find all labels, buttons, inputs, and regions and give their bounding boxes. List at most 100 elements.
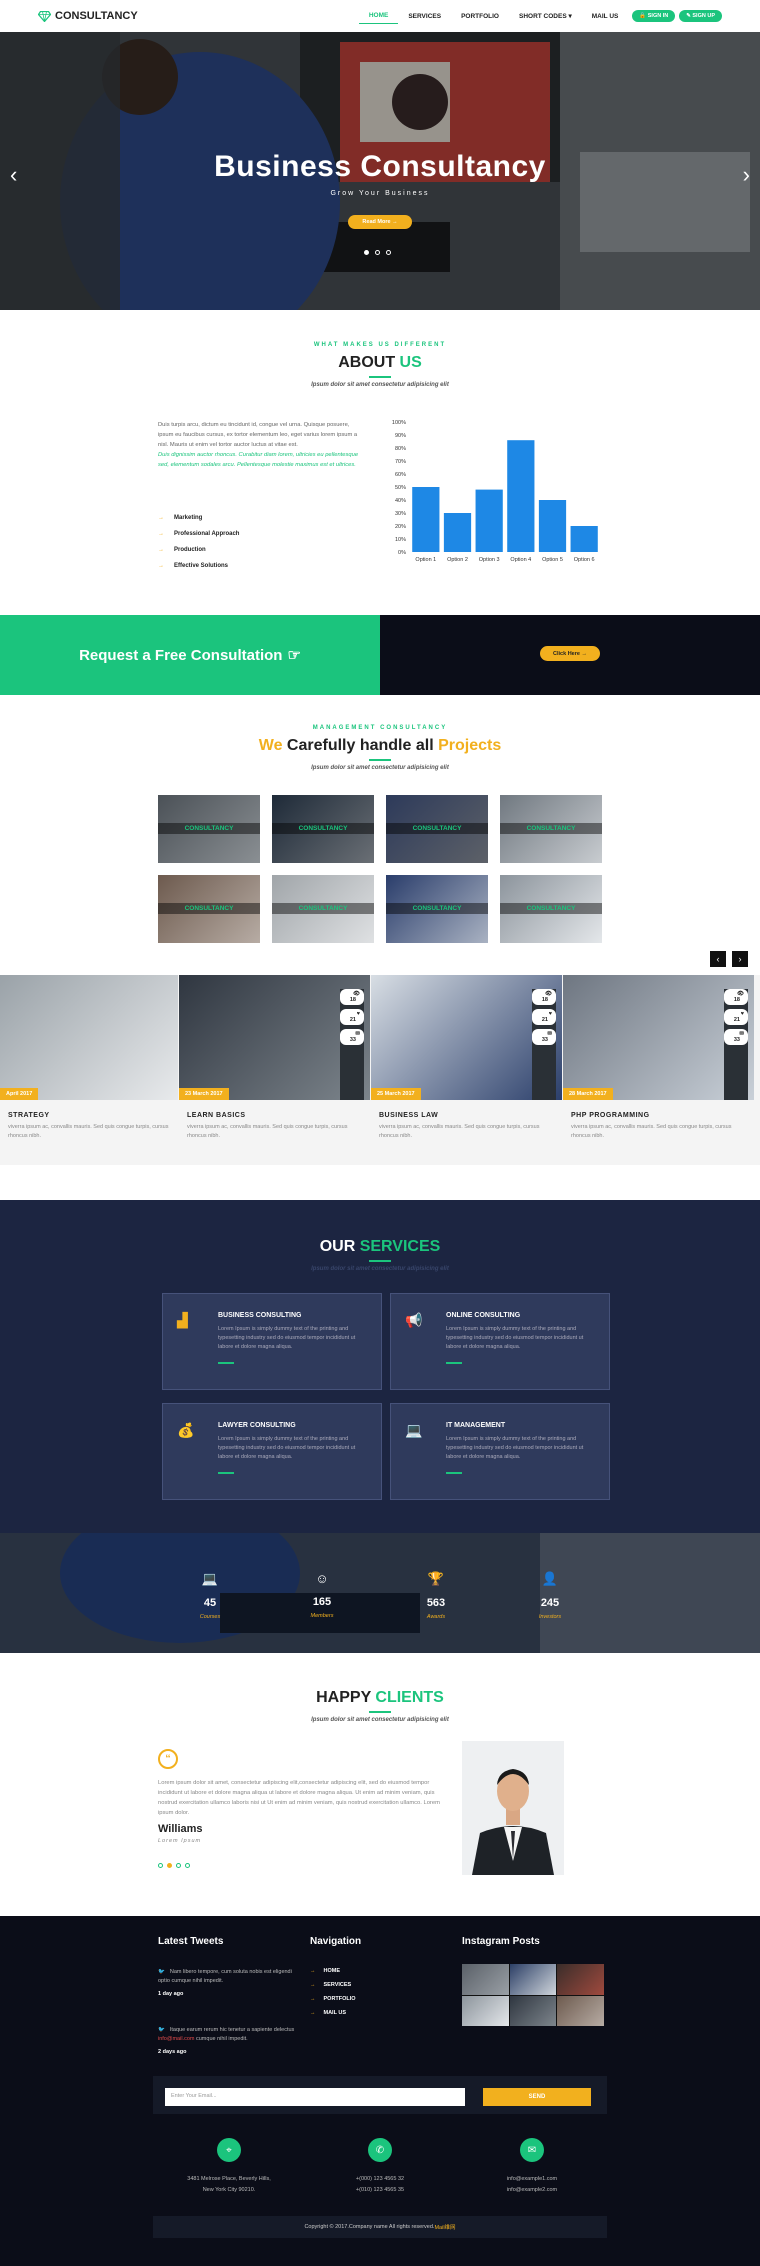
- money-bag-icon: 💰: [177, 1422, 195, 1438]
- service-card[interactable]: 💰 LAWYER CONSULTING Lorem Ipsum is simpl…: [162, 1403, 382, 1500]
- projects-section: MANAGEMENT CONSULTANCY We Carefully hand…: [0, 695, 760, 975]
- nav-portfolio[interactable]: PORTFOLIO: [451, 9, 509, 24]
- project-tile[interactable]: CONSULTANCY: [272, 875, 374, 943]
- newsletter-form: Enter Your Email... SEND: [153, 2076, 607, 2114]
- hero-slider: ‹ › Business Consultancy Grow Your Busin…: [0, 32, 760, 310]
- clients-title: HAPPY CLIENTS: [0, 1689, 760, 1707]
- project-tile[interactable]: CONSULTANCY: [158, 795, 260, 863]
- sign-in-button[interactable]: 🔒 SIGN IN: [632, 10, 676, 22]
- footer-nav-label: HOME: [323, 1968, 341, 1974]
- quote-icon: “: [158, 1749, 178, 1769]
- twitter-icon: 🐦: [158, 2027, 165, 2033]
- tweet-time: 2 days ago: [158, 2049, 187, 2055]
- services-title-a: OUR: [319, 1238, 360, 1255]
- list-item: → Effective Solutions: [158, 558, 239, 574]
- instagram-thumb[interactable]: [557, 1995, 604, 2026]
- footer-nav-label: SERVICES: [323, 1982, 352, 1988]
- service-card[interactable]: 📢 ONLINE CONSULTING Lorem Ipsum is simpl…: [390, 1293, 610, 1390]
- testimonial-dot[interactable]: [158, 1863, 163, 1868]
- project-tile[interactable]: CONSULTANCY: [500, 795, 602, 863]
- blog-stats: 👁 18 ♥ 21 ✉ 33: [724, 989, 748, 1100]
- project-tile[interactable]: CONSULTANCY: [386, 875, 488, 943]
- footer-nav-item[interactable]: → SERVICES: [310, 1978, 356, 1992]
- newsletter-send-button[interactable]: SEND: [483, 2088, 591, 2106]
- likes-count: ♥ 21: [532, 1009, 556, 1025]
- nav-mail-us[interactable]: MAIL US: [582, 9, 629, 24]
- slide-dot-3[interactable]: [386, 250, 391, 255]
- site-footer: Latest Tweets 🐦 Nam libero tempore, cum s…: [0, 1916, 760, 2266]
- about-subtitle: Ipsum dolor sit amet consectetur adipisi…: [311, 382, 449, 388]
- instagram-grid: [462, 1964, 604, 2026]
- projects-kicker: MANAGEMENT CONSULTANCY: [312, 725, 448, 731]
- y-tick-label: 80%: [395, 446, 406, 452]
- projects-grid: CONSULTANCY CONSULTANCY CONSULTANCY CONS…: [158, 795, 602, 943]
- blog-card[interactable]: April 2017 STRATEGY viverra ipsum ac, co…: [0, 975, 178, 1165]
- slide-dot-1[interactable]: [364, 250, 369, 255]
- instagram-thumb[interactable]: [462, 1964, 509, 1995]
- nav-short-codes[interactable]: SHORT CODES ▾: [509, 8, 582, 24]
- about-section: WHAT MAKES US DIFFERENT ABOUT US Ipsum d…: [0, 310, 760, 615]
- project-tile[interactable]: CONSULTANCY: [386, 795, 488, 863]
- copyright-text: Copyright © 2017.Company name All rights…: [304, 2224, 435, 2230]
- about-text-green: Duis dignissim auctor rhoncus. Curabitur…: [158, 452, 359, 468]
- title-underline: [369, 1711, 391, 1713]
- site-logo[interactable]: CONSULTANCY: [38, 10, 138, 22]
- list-item-label: Marketing: [174, 515, 203, 521]
- stat-number: 45: [203, 1597, 217, 1609]
- nav-services[interactable]: SERVICES: [398, 9, 451, 24]
- click-here-button[interactable]: Click Here →: [540, 646, 600, 661]
- y-tick-label: 30%: [395, 511, 406, 517]
- tile-label: CONSULTANCY: [158, 823, 260, 834]
- tweet-link[interactable]: info@mail.com: [158, 2036, 194, 2042]
- carousel-nav: ‹ ›: [710, 951, 748, 967]
- instagram-thumb[interactable]: [509, 1964, 557, 1995]
- project-tile[interactable]: CONSULTANCY: [158, 875, 260, 943]
- clients-title-a: HAPPY: [316, 1689, 376, 1706]
- comments-count: ✉ 33: [532, 1029, 556, 1045]
- blog-card[interactable]: 👁 18 ♥ 21 ✉ 33 23 March 2017 LEARN BASIC…: [179, 975, 370, 1165]
- blog-title: STRATEGY: [8, 1112, 50, 1119]
- blog-image: April 2017: [0, 975, 178, 1100]
- sign-up-button[interactable]: ✎ SIGN UP: [679, 10, 722, 22]
- footer-nav-label: PORTFOLIO: [323, 1996, 356, 2002]
- x-tick-label: Option 6: [574, 557, 595, 563]
- service-text: Lorem Ipsum is simply dummy text of the …: [218, 1436, 356, 1460]
- blog-excerpt: viverra ipsum ac, convallis mauris. Sed …: [187, 1124, 348, 1139]
- testimonial-dot[interactable]: [167, 1863, 172, 1868]
- main-nav: HOME SERVICES PORTFOLIO SHORT CODES ▾ MA…: [358, 8, 722, 24]
- project-tile[interactable]: CONSULTANCY: [500, 875, 602, 943]
- instagram-thumb[interactable]: [462, 1995, 509, 2026]
- email-line[interactable]: info@example2.com: [507, 2187, 557, 2193]
- slide-dot-2[interactable]: [375, 250, 380, 255]
- testimonial-dot[interactable]: [176, 1863, 181, 1868]
- copyright-link[interactable]: Mail维网: [434, 2223, 455, 2231]
- testimonial-dot[interactable]: [185, 1863, 190, 1868]
- address-line: 3481 Melrose Place, Beverly Hills,: [187, 2176, 271, 2182]
- blog-card[interactable]: 👁 18 ♥ 21 ✉ 33 28 March 2017 PHP PROGRAM…: [563, 975, 754, 1165]
- service-card[interactable]: ▟ BUSINESS CONSULTING Lorem Ipsum is sim…: [162, 1293, 382, 1390]
- blog-card[interactable]: 👁 18 ♥ 21 ✉ 33 25 March 2017 BUSINESS LA…: [371, 975, 562, 1165]
- bar: [475, 489, 503, 552]
- blog-date: April 2017: [0, 1088, 39, 1100]
- user-icon: 👤: [541, 1571, 559, 1586]
- nav-home[interactable]: HOME: [358, 8, 399, 24]
- clients-title-b: CLIENTS: [375, 1689, 444, 1706]
- likes-value: 21: [345, 1015, 360, 1025]
- carousel-next-button[interactable]: ›: [732, 951, 748, 967]
- footer-nav-item[interactable]: → PORTFOLIO: [310, 1992, 356, 2006]
- about-paragraph: Duis turpis arcu, dictum eu tincidunt id…: [158, 420, 363, 470]
- address-line: New York City 90210.: [202, 2187, 256, 2193]
- footer-nav-item[interactable]: → HOME: [310, 1964, 356, 1978]
- hero-read-more-button[interactable]: Read More →: [348, 215, 412, 229]
- bar-chart-icon: ▟: [177, 1312, 188, 1328]
- carousel-prev-button[interactable]: ‹: [710, 951, 726, 967]
- newsletter-email-input[interactable]: Enter Your Email...: [165, 2088, 465, 2106]
- email-line[interactable]: info@example1.com: [507, 2176, 557, 2182]
- about-text: Duis turpis arcu, dictum eu tincidunt id…: [158, 422, 358, 448]
- blog-date: 23 March 2017: [179, 1088, 229, 1100]
- instagram-thumb[interactable]: [509, 1995, 557, 2026]
- service-card[interactable]: 💻 IT MANAGEMENT Lorem Ipsum is simply du…: [390, 1403, 610, 1500]
- instagram-thumb[interactable]: [557, 1964, 604, 1995]
- footer-nav-item[interactable]: → MAIL US: [310, 2006, 356, 2020]
- project-tile[interactable]: CONSULTANCY: [272, 795, 374, 863]
